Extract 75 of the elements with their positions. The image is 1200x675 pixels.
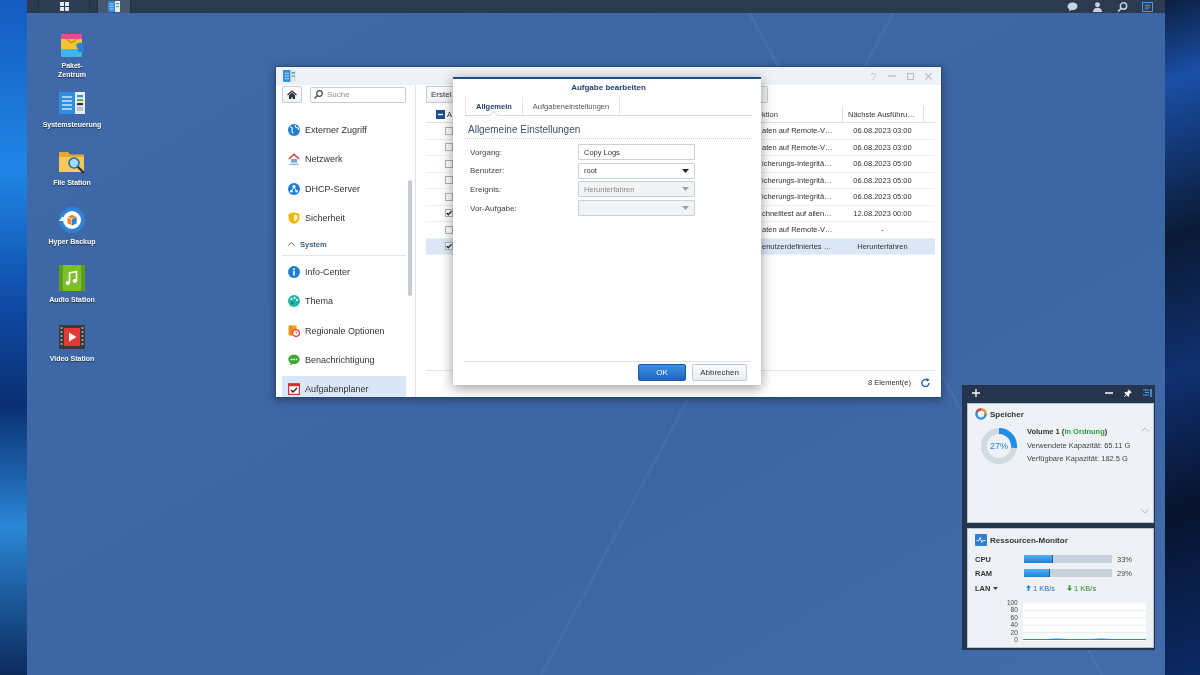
checkbox[interactable] (445, 159, 453, 168)
toolbar-button[interactable] (761, 86, 768, 103)
arrow-down-icon (1067, 585, 1073, 591)
chevron-up-icon[interactable] (1141, 427, 1149, 432)
cancel-button[interactable]: Abbrechen (692, 364, 747, 381)
checkbox[interactable] (445, 143, 453, 152)
sidebar-item[interactable]: Benachrichtigung (282, 347, 406, 374)
toolbar-button[interactable]: Erstel (426, 86, 453, 103)
widget-panel-icon[interactable] (1143, 389, 1152, 397)
ring-icon (975, 408, 987, 420)
film-play-icon (58, 322, 86, 351)
info-icon (288, 266, 300, 279)
taskbar-button[interactable] (97, 0, 131, 13)
search-field[interactable]: Suche (310, 86, 406, 103)
checkbox[interactable] (445, 225, 453, 234)
widget-title: Speicher (990, 409, 1024, 419)
calendar-check-icon (288, 383, 300, 396)
sidebar-item[interactable]: DHCP-Server (282, 175, 406, 202)
help-icon[interactable] (870, 72, 877, 80)
network-nodes-icon (288, 182, 300, 195)
caret-down-icon (993, 586, 999, 590)
chevron-up-icon (288, 242, 295, 247)
apps-grid-icon (59, 2, 69, 11)
taskbar-button[interactable] (38, 0, 90, 13)
dialog-title: Aufgabe bearbeiten (571, 82, 646, 94)
checkbox[interactable] (445, 242, 453, 251)
shield-icon (288, 211, 300, 224)
sidebar-item[interactable]: Externer Zugriff (282, 117, 406, 143)
user-icon[interactable] (1092, 1, 1103, 12)
refresh-icon[interactable] (921, 377, 930, 387)
scrollbar[interactable] (408, 180, 412, 296)
checkbox[interactable] (436, 109, 445, 119)
pulse-monitor-icon (975, 534, 987, 546)
field-label: Ereignis: (470, 184, 502, 194)
search-icon (314, 90, 323, 99)
chat-bubble-icon (288, 354, 300, 367)
home-icon (287, 89, 297, 100)
caret-down-icon (682, 206, 689, 211)
sidebar-item[interactable]: Info-Center (282, 259, 406, 286)
globe-icon (288, 124, 300, 136)
checkbox[interactable] (445, 192, 453, 201)
chevron-down-icon[interactable] (1141, 509, 1149, 514)
field-label: Vorgang: (470, 147, 503, 157)
section-title: Allgemeine Einstellungen (468, 124, 581, 135)
checkbox[interactable] (445, 209, 453, 218)
widget-panel-icon[interactable] (1142, 1, 1153, 12)
chat-bubble-icon[interactable] (1067, 1, 1078, 12)
checkbox[interactable] (445, 126, 453, 135)
home-button[interactable] (282, 86, 302, 103)
widget-title: Ressourcen-Monitor (990, 535, 1068, 545)
palette-icon (288, 295, 300, 308)
field-label: Benutzer: (470, 166, 505, 176)
house-icon (288, 153, 300, 166)
music-note-icon (58, 264, 86, 293)
plus-icon[interactable] (972, 389, 980, 397)
ok-button[interactable]: OK (638, 364, 686, 381)
pin-icon[interactable] (1124, 389, 1132, 397)
flag-clock-icon (288, 324, 300, 337)
usage-percent: 27% (990, 441, 1008, 451)
maximize-icon[interactable] (907, 72, 914, 80)
arrow-up-icon (1026, 585, 1031, 591)
sidebar-item[interactable]: Sicherheit (282, 204, 406, 231)
caret-down-icon (682, 187, 689, 192)
panel-sliders-icon (283, 70, 296, 82)
field-label: Vor-Aufgabe: (470, 203, 517, 213)
search-icon[interactable] (1117, 1, 1128, 12)
sidebar-item[interactable]: Regionale Optionen (282, 317, 406, 344)
checkbox[interactable] (445, 176, 453, 185)
sidebar-item[interactable]: Aufgabenplaner (282, 376, 406, 397)
sidebar-item[interactable]: Netzwerk (282, 146, 406, 173)
caret-down-icon (682, 168, 689, 173)
sidebar-item[interactable]: Thema (282, 288, 406, 315)
panel-sliders-icon (108, 1, 120, 12)
circular-arrow-cube-icon (58, 205, 86, 234)
close-icon[interactable] (925, 72, 932, 80)
